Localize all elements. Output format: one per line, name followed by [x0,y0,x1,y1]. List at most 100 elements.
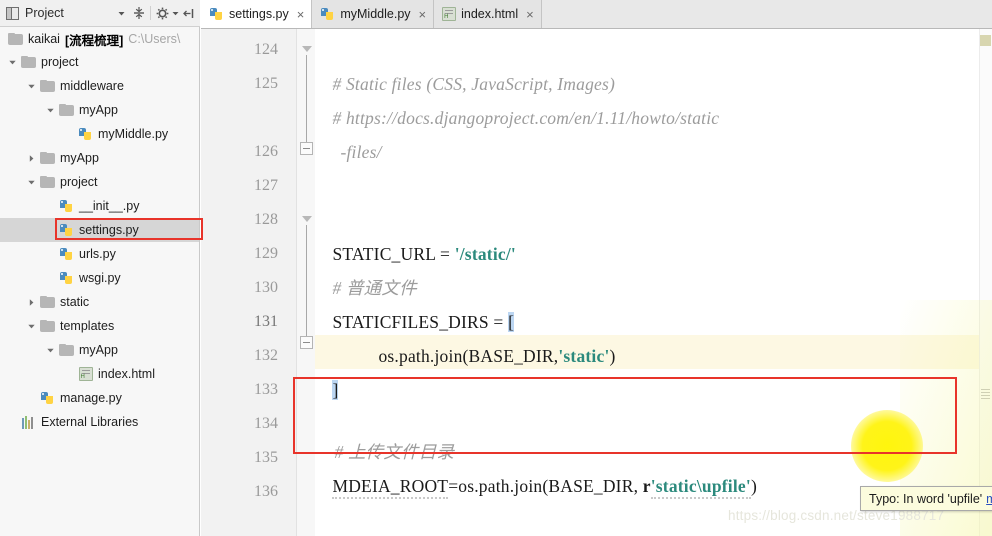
code-comment-docs-url-wrap: -files/ [340,142,382,162]
code-editor[interactable]: 124 125 126 127 128 129 130 131 132 133 134 135 136 … [201,29,992,536]
tree-item-label: static [60,294,90,309]
editor-tab-mymiddle-py[interactable]: myMiddle.py × [312,0,435,28]
tab-label: myMiddle.py [340,7,411,21]
tree-item-project[interactable]: project [0,50,199,74]
code-paren-close-134: ) [750,476,757,496]
line-number-132[interactable]: 132 [208,339,278,373]
external-libraries-icon [19,414,38,430]
code-line-131: ] [305,339,339,400]
tree-item-index-html[interactable]: Hindex.html [0,362,199,386]
line-number-127[interactable]: 127 [208,169,278,203]
line-number-134[interactable]: 134 [208,407,278,441]
line-number-133[interactable]: 133 [208,373,278,407]
line-number-126[interactable]: 126 [208,135,278,169]
hide-panel-icon[interactable] [179,4,196,23]
line-number-135[interactable]: 135 [208,441,278,475]
tree-item-myapp[interactable]: myApp [0,146,199,170]
editor-tab-bar[interactable]: settings.py × myMiddle.py × Hindex.html × [201,0,992,29]
settings-gear-icon[interactable] [154,4,171,23]
folder-icon [57,102,76,118]
code-line-128: # 普通文件 [305,237,417,298]
tree-item-settings-py[interactable]: settings.py [0,218,199,242]
python-file-icon [57,270,76,286]
tree-item-mymiddle-py[interactable]: myMiddle.py [0,122,199,146]
project-root-row[interactable]: kaikai [流程梳理] C:\Users\ [0,28,199,50]
tab-close-icon[interactable]: × [526,8,534,21]
tree-item-label: urls.py [79,246,116,261]
tree-item-templates[interactable]: templates [0,314,199,338]
project-tool-window: Project kaikai [流程梳理] C:\Users\ project … [0,0,203,536]
gear-dropdown-chevron-icon[interactable] [171,4,179,23]
code-raw-string-prefix: r [642,476,651,496]
chevron-right-icon[interactable] [25,152,38,165]
tree-item-external-libraries[interactable]: External Libraries [0,410,199,434]
project-root-path: C:\Users\ [128,32,181,46]
tree-item-urls-py[interactable]: urls.py [0,242,199,266]
chevron-down-icon[interactable] [113,4,130,23]
folder-icon [57,342,76,358]
tab-close-icon[interactable]: × [297,8,305,21]
folder-icon [38,318,57,334]
code-join-call-134: =os.path.join(BASE_DIR, [448,476,643,496]
tree-item-manage-py[interactable]: manage.py [0,386,199,410]
tree-item-middleware[interactable]: middleware [0,74,199,98]
python-file-icon [38,390,57,406]
tab-close-icon[interactable]: × [419,8,427,21]
code-line-133: # 上传文件目录 [307,401,454,462]
code-var-mdeia-root: MDEIA_ROOT [332,476,449,499]
tree-item-myapp[interactable]: myApp [0,98,199,122]
tree-item-myapp[interactable]: myApp [0,338,199,362]
folder-icon [38,174,57,190]
tree-item-label: settings.py [79,222,139,237]
tree-item-label: myApp [60,150,99,165]
project-tree[interactable]: project middleware myApp myMiddle.py myApp pr… [0,50,199,536]
collapse-all-icon[interactable] [130,4,147,23]
chevron-down-icon[interactable] [6,56,19,69]
project-toolbar: Project [0,0,200,27]
editor-marker-gutter[interactable] [979,29,992,536]
tree-item-label: wsgi.py [79,270,121,285]
code-line-124: # Static files (CSS, JavaScript, Images) [305,33,615,94]
chevron-down-icon[interactable] [44,344,57,357]
tree-item-init-py[interactable]: __init__.py [0,194,199,218]
line-number-130[interactable]: 130 [208,271,278,305]
chevron-right-icon[interactable] [25,296,38,309]
chevron-down-icon[interactable] [25,320,38,333]
folder-icon [6,31,25,47]
html-file-icon: H [76,366,95,382]
tree-item-wsgi-py[interactable]: wsgi.py [0,266,199,290]
chevron-down-icon[interactable] [44,104,57,117]
chevron-down-icon[interactable] [25,80,38,93]
tree-item-project[interactable]: project [0,170,199,194]
project-view-icon[interactable] [4,4,21,23]
editor-tab-settings-py[interactable]: settings.py × [201,0,313,28]
line-number-125[interactable]: 125 [208,67,278,101]
marker-stripes-typo[interactable] [981,389,990,400]
tree-item-label: templates [60,318,115,333]
tab-label: index.html [461,7,519,21]
python-file-icon [209,7,224,22]
chevron-down-icon[interactable] [25,176,38,189]
line-number-136[interactable]: 136 [208,475,278,509]
line-number-124[interactable]: 124 [208,33,278,67]
tree-item-label: External Libraries [41,414,139,429]
python-file-icon [57,222,76,238]
line-number-128[interactable]: 128 [208,203,278,237]
line-number-129[interactable]: 129 [208,237,278,271]
line-number-gutter[interactable]: 124 125 126 127 128 129 130 131 132 133 134 135 136 [201,29,297,536]
code-line-129: STATICFILES_DIRS = [ [305,271,515,332]
typo-tooltip[interactable]: Typo: In word 'upfile' more... (Ctrl+F1) [860,486,992,511]
editor-tab-index-html[interactable]: Hindex.html × [434,0,542,28]
project-panel-title: Project [25,6,64,20]
toolbar-separator [150,6,151,20]
marker-chip-warning[interactable] [980,35,991,46]
folder-icon [38,150,57,166]
tree-item-static[interactable]: static [0,290,199,314]
python-file-icon [320,7,335,22]
tree-item-label: myApp [79,102,118,117]
tree-item-label: index.html [98,366,155,381]
code-line-125-wrap: -files/ [313,101,382,162]
tooltip-more-link[interactable]: more... [986,492,992,506]
line-number-131[interactable]: 131 [208,305,278,339]
code-string-static-dir: 'static' [558,346,610,366]
